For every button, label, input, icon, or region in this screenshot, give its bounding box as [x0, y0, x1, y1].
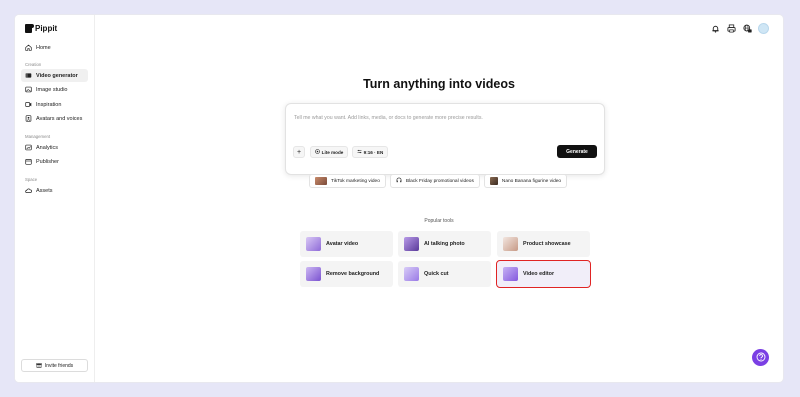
tool-label: Remove background	[326, 271, 380, 277]
prompt-input[interactable]	[294, 112, 594, 124]
sidebar-item-avatars-and-voices[interactable]: Avatars and voices	[21, 112, 88, 125]
suggestion-chip[interactable]: TikTok marketing video	[309, 174, 386, 188]
suggestion-label: TikTok marketing video	[331, 178, 380, 184]
ratio-label: 9:16 · EN	[363, 149, 384, 155]
popular-tools-heading: Popular tools	[424, 218, 454, 224]
tool-label: AI talking photo	[424, 241, 465, 247]
avatar-icon	[25, 115, 32, 122]
tool-label: Video editor	[523, 271, 555, 277]
suggestion-label: Black Friday promotional videos	[405, 178, 474, 184]
app-name: Pippit	[35, 24, 58, 33]
tool-product-showcase[interactable]: Product showcase	[497, 231, 590, 257]
tool-avatar-video[interactable]: Avatar video	[300, 231, 393, 257]
video-editor-thumbnail	[503, 267, 518, 281]
product-showcase-thumbnail	[503, 237, 518, 251]
lite-mode-button[interactable]: Lite mode	[310, 146, 348, 158]
talking-photo-thumbnail	[404, 237, 419, 251]
printer-icon[interactable]	[726, 24, 736, 34]
prompt-card: + Lite mode 9:16 · EN Generate	[285, 103, 605, 175]
analytics-icon	[25, 144, 32, 151]
calendar-icon	[25, 158, 32, 165]
sidebar-item-label: Publisher	[36, 158, 59, 165]
home-icon	[25, 44, 32, 51]
suggestion-chip[interactable]: Black Friday promotional videos	[389, 174, 480, 188]
sidebar-item-analytics[interactable]: Analytics	[21, 141, 88, 154]
sidebar-item-label: Analytics	[36, 144, 59, 151]
lite-mode-icon	[314, 149, 320, 155]
help-button[interactable]	[752, 349, 769, 366]
suggestion-thumbnail	[489, 177, 498, 185]
inspiration-icon	[25, 101, 32, 108]
sidebar-item-label: Inspiration	[36, 101, 62, 108]
section-label-management: Management	[25, 134, 51, 139]
sidebar-item-video-generator[interactable]: Video generator	[21, 69, 88, 82]
app-window: Pippit Home Creation Video generator Ima…	[15, 15, 783, 382]
language-icon[interactable]	[742, 24, 752, 34]
gift-icon	[36, 362, 42, 370]
settings-sliders-icon	[357, 149, 362, 155]
section-label-creation: Creation	[25, 62, 42, 67]
sidebar-item-assets[interactable]: Assets	[21, 184, 88, 197]
tool-label: Product showcase	[523, 241, 571, 247]
sidebar-item-publisher[interactable]: Publisher	[21, 155, 88, 168]
avatar-video-thumbnail	[306, 237, 321, 251]
bell-icon[interactable]	[710, 24, 720, 34]
avatar[interactable]	[758, 23, 769, 34]
tool-label: Avatar video	[326, 241, 359, 247]
suggestion-chips: TikTok marketing video Black Friday prom…	[309, 174, 568, 188]
tool-remove-background[interactable]: Remove background	[300, 261, 393, 287]
add-attachment-button[interactable]: +	[293, 146, 305, 158]
remove-background-thumbnail	[306, 267, 321, 281]
tool-ai-talking-photo[interactable]: AI talking photo	[398, 231, 491, 257]
invite-friends-button[interactable]: Invite friends	[21, 359, 88, 372]
sidebar-item-label: Avatars and voices	[36, 115, 83, 122]
lite-mode-label: Lite mode	[321, 149, 344, 155]
pippit-logo-icon	[25, 24, 34, 33]
headphones-icon	[396, 177, 402, 185]
page-title: Turn anything into videos	[363, 77, 515, 91]
question-icon	[756, 349, 766, 367]
sidebar-item-inspiration[interactable]: Inspiration	[21, 98, 88, 111]
tool-quick-cut[interactable]: Quick cut	[398, 261, 491, 287]
plus-label: +	[296, 148, 302, 156]
section-label-space: Space	[25, 177, 38, 182]
generate-button[interactable]: Generate	[557, 145, 597, 158]
sidebar: Pippit Home Creation Video generator Ima…	[15, 15, 95, 382]
tool-video-editor[interactable]: Video editor	[496, 260, 591, 288]
logo[interactable]: Pippit	[25, 24, 57, 33]
suggestion-label: Nano Banana figurine video	[501, 178, 562, 184]
sidebar-item-label: Assets	[36, 187, 53, 194]
cloud-icon	[25, 187, 32, 194]
tool-label: Quick cut	[424, 271, 449, 277]
quick-cut-thumbnail	[404, 267, 419, 281]
suggestion-thumbnail	[315, 177, 327, 185]
sidebar-item-label: Image studio	[36, 86, 68, 93]
invite-label: Invite friends	[44, 362, 74, 369]
sidebar-item-label: Video generator	[36, 72, 78, 79]
image-icon	[25, 86, 32, 93]
sidebar-item-image-studio[interactable]: Image studio	[21, 83, 88, 96]
sidebar-item-label: Home	[36, 44, 51, 51]
header-icons	[710, 23, 769, 34]
sidebar-item-home[interactable]: Home	[21, 41, 88, 54]
aspect-ratio-language-button[interactable]: 9:16 · EN	[352, 146, 388, 158]
video-icon	[25, 72, 32, 79]
suggestion-chip[interactable]: Nano Banana figurine video	[483, 174, 568, 188]
